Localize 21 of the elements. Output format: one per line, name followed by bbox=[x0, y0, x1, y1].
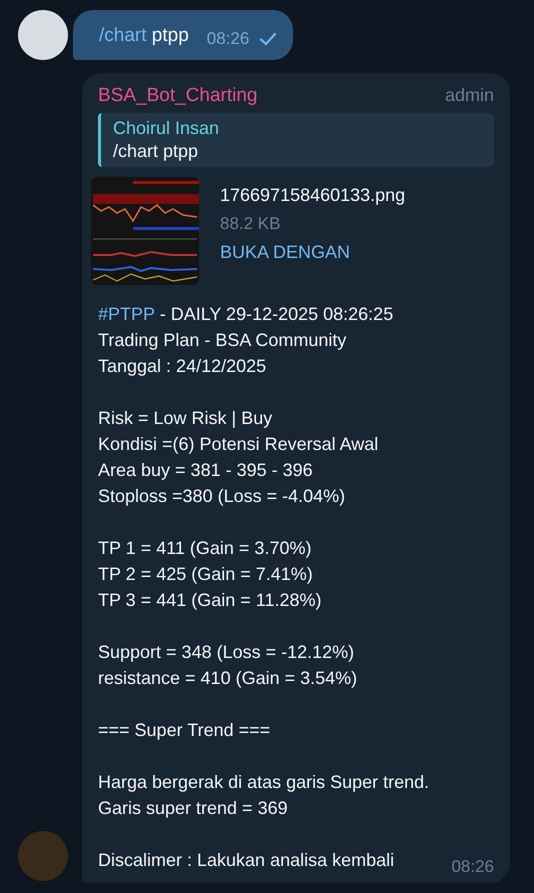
message-time: 08:26 bbox=[451, 857, 494, 877]
message-paragraph: Support = 348 (Loss = -12.12%) resistance = 410 (Gain = 3.54%) bbox=[98, 641, 358, 690]
message-paragraph: Discalimer : Lakukan analisa kembali bbox=[98, 849, 394, 872]
quote-text: /chart ptpp bbox=[113, 141, 200, 162]
hashtag-link[interactable]: #PTPP bbox=[98, 304, 155, 324]
message-paragraph: TP 1 = 411 (Gain = 3.70%) TP 2 = 425 (Gain = 7.41%) TP 3 = 441 (Gain = 11.28%) bbox=[98, 537, 322, 612]
avatar[interactable] bbox=[18, 10, 68, 60]
file-size: 88.2 KB bbox=[220, 214, 282, 234]
message-paragraph: Harga bergerak di atas garis Super trend. Garis super trend = 369 bbox=[98, 771, 430, 820]
sender-name[interactable]: BSA_Bot_Charting bbox=[98, 85, 258, 107]
file-name: 176697158460133.png bbox=[220, 185, 406, 206]
chart-thumbnail-drawing[interactable] bbox=[91, 177, 199, 285]
message-paragraph: Risk = Low Risk | Buy Kondisi =(6) Potensi Reversal Awal Area buy = 381 - 395 - 396 Stoploss =380 (Loss = -4.04%) bbox=[98, 407, 380, 508]
open-with-link[interactable]: BUKA DENGAN bbox=[220, 242, 406, 263]
message-text: /chart ptpp bbox=[99, 24, 189, 46]
message-paragraph: #PTPP - DAILY 29-12-2025 08:26:25 Trading Plan - BSA Community Tanggal : 24/12/2025 bbox=[98, 303, 394, 378]
reply-quote[interactable]: Choirul Insan /chart ptpp bbox=[98, 113, 494, 167]
message-paragraph: === Super Trend === bbox=[98, 719, 272, 742]
role-label: admin bbox=[444, 85, 494, 106]
message-time: 08:26 bbox=[206, 28, 250, 48]
quote-author: Choirul Insan bbox=[113, 118, 220, 139]
